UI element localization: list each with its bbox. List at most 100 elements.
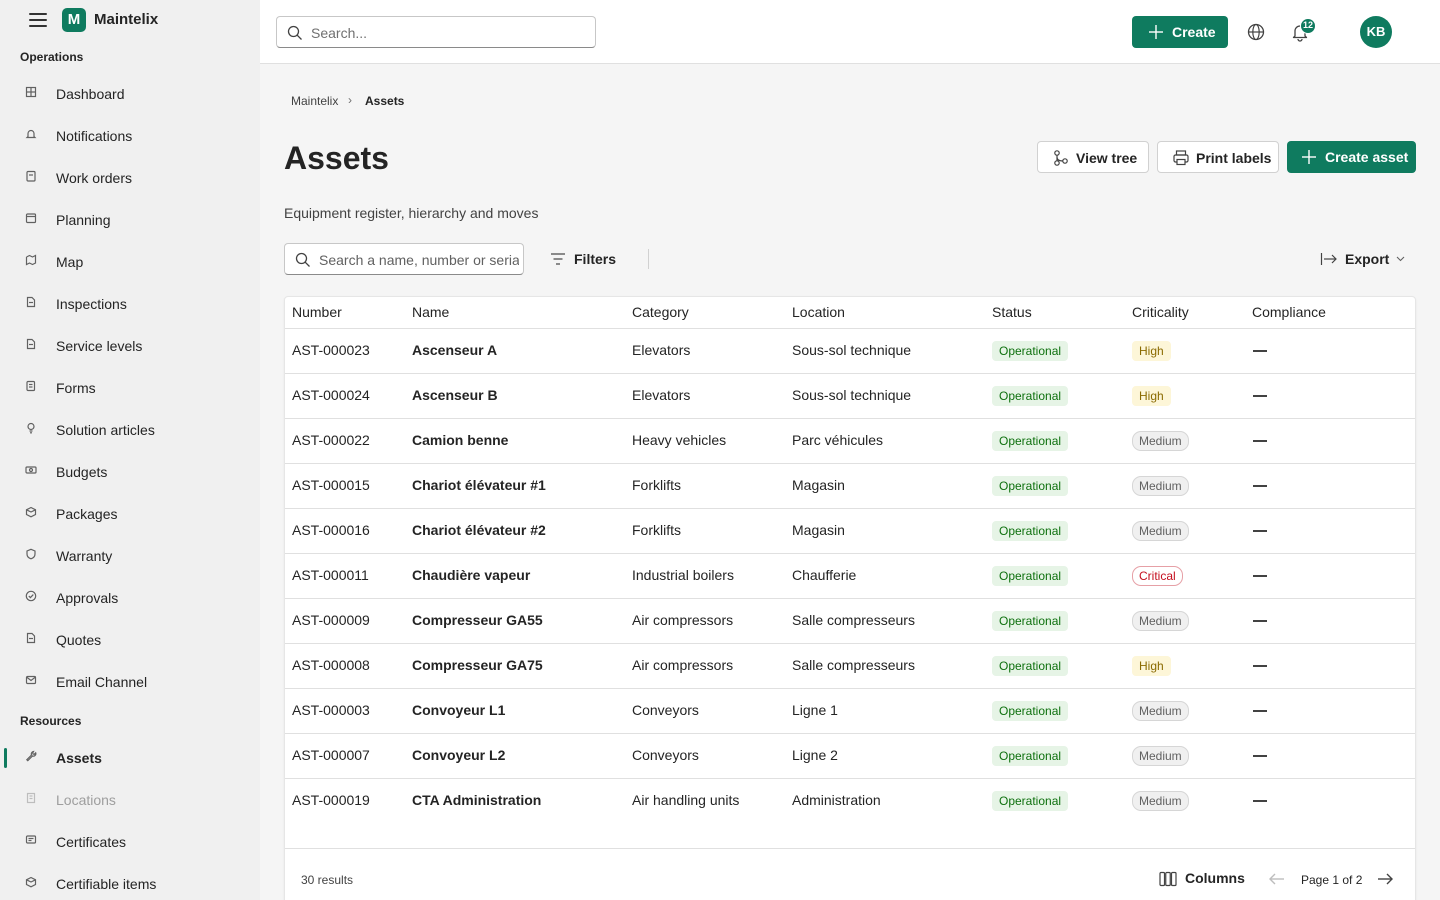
cell-name[interactable]: Compresseur GA55 (412, 612, 543, 628)
cell-location: Sous-sol technique (792, 387, 912, 403)
print-labels-button[interactable]: Print labels (1157, 141, 1279, 173)
criticality-badge: High (1132, 341, 1171, 361)
cell-location: Parc véhicules (792, 432, 884, 448)
table-header: Number Name Category Location Status Cri… (285, 297, 1415, 329)
table-row[interactable]: AST-000009 Compresseur GA55 Air compressor… (285, 598, 1415, 643)
column-header-name[interactable]: Name (412, 304, 449, 320)
column-header-status[interactable]: Status (992, 304, 1032, 320)
globe-icon[interactable] (1246, 22, 1266, 42)
table-row[interactable]: AST-000022 Camion benne Heavy vehicles Parc… (285, 418, 1415, 463)
asset-search-input[interactable] (319, 250, 519, 270)
sidebar-item-map[interactable]: Map (0, 242, 260, 282)
sidebar-item-label: Email Channel (56, 674, 148, 690)
table-row[interactable]: AST-000016 Chariot élévateur #2 Forklifts M… (285, 508, 1415, 553)
table-row[interactable]: AST-000019 CTA Administration Air handling… (285, 778, 1415, 823)
status-badge: Operational (992, 746, 1069, 766)
table-row[interactable]: AST-000007 Convoyeur L2 Conveyors Ligne 2 Op… (285, 733, 1415, 778)
column-header-number[interactable]: Number (292, 304, 342, 320)
criticality-badge: Medium (1132, 746, 1189, 766)
column-header-location[interactable]: Location (792, 304, 845, 320)
document-icon (24, 632, 38, 646)
table-row[interactable]: AST-000015 Chariot élévateur #1 Forklifts M… (285, 463, 1415, 508)
cell-location: Ligne 2 (792, 747, 838, 763)
sidebar-item-packages[interactable]: Packages (0, 494, 260, 534)
form-icon (24, 380, 38, 394)
column-header-compliance[interactable]: Compliance (1252, 304, 1326, 320)
cell-location: Salle compresseurs (792, 657, 915, 673)
cell-number: AST-000011 (292, 567, 369, 583)
cell-name[interactable]: Camion benne (412, 432, 508, 448)
column-header-category[interactable]: Category (632, 304, 689, 320)
dashboard-icon (24, 86, 38, 100)
table-row[interactable]: AST-000023 Ascenseur A Elevators Sous-sol t… (285, 328, 1415, 373)
sidebar-item-inspections[interactable]: Inspections (0, 284, 260, 324)
cell-number: AST-000016 (292, 522, 370, 538)
create-button[interactable]: Create (1132, 16, 1228, 48)
export-button[interactable]: Export (1316, 243, 1406, 275)
sidebar-item-solution-articles[interactable]: Solution articles (0, 410, 260, 450)
sidebar-item-assets[interactable]: Assets (0, 738, 260, 778)
cell-name[interactable]: Chariot élévateur #1 (412, 477, 546, 493)
cell-name[interactable]: Convoyeur L1 (412, 702, 505, 718)
arrow-right-icon[interactable] (1375, 869, 1395, 889)
search-icon (287, 25, 302, 40)
sidebar-item-forms[interactable]: Forms (0, 368, 260, 408)
sidebar-item-certifiable-items[interactable]: Certifiable items (0, 864, 260, 900)
global-search[interactable] (276, 16, 596, 48)
asset-search[interactable] (284, 243, 524, 275)
sidebar-item-email-channel[interactable]: Email Channel (0, 662, 260, 702)
document-icon (24, 296, 38, 310)
breadcrumb-current: Assets (365, 94, 405, 108)
global-search-input[interactable] (311, 23, 581, 43)
sidebar-item-service-levels[interactable]: Service levels (0, 326, 260, 366)
cell-name[interactable]: CTA Administration (412, 792, 541, 808)
sidebar-item-certificates[interactable]: Certificates (0, 822, 260, 862)
clipboard-icon (24, 170, 38, 184)
cell-location: Administration (792, 792, 881, 808)
sidebar-item-approvals[interactable]: Approvals (0, 578, 260, 618)
arrow-left-icon[interactable] (1267, 869, 1287, 889)
table-row[interactable]: AST-000011 Chaudière vapeur Industrial boi… (285, 553, 1415, 598)
compliance-empty-dash (1253, 440, 1267, 442)
cell-number: AST-000015 (292, 477, 370, 493)
table-row[interactable]: AST-000003 Convoyeur L1 Conveyors Ligne 1 Op… (285, 688, 1415, 733)
cell-number: AST-000019 (292, 792, 370, 808)
status-badge: Operational (992, 431, 1069, 451)
breadcrumb-root[interactable]: Maintelix (291, 94, 338, 108)
status-badge: Operational (992, 476, 1069, 496)
sidebar-item-warranty[interactable]: Warranty (0, 536, 260, 576)
filters-button[interactable]: Filters (546, 243, 626, 275)
sidebar-item-quotes[interactable]: Quotes (0, 620, 260, 660)
print-labels-label: Print labels (1196, 150, 1272, 166)
create-asset-button[interactable]: Create asset (1287, 141, 1416, 173)
cell-name[interactable]: Convoyeur L2 (412, 747, 505, 763)
view-tree-button[interactable]: View tree (1037, 141, 1149, 173)
cell-category: Air compressors (632, 657, 734, 673)
sidebar-item-budgets[interactable]: Budgets (0, 452, 260, 492)
table-row[interactable]: AST-000008 Compresseur GA75 Air compressor… (285, 643, 1415, 688)
criticality-badge: Medium (1132, 791, 1189, 811)
cell-location: Magasin (792, 477, 845, 493)
sidebar-item-dashboard[interactable]: Dashboard (0, 74, 260, 114)
table-row[interactable]: AST-000024 Ascenseur B Elevators Sous-sol t… (285, 373, 1415, 418)
cell-location: Ligne 1 (792, 702, 838, 718)
cell-name[interactable]: Compresseur GA75 (412, 657, 543, 673)
sidebar-item-notifications[interactable]: Notifications (0, 116, 260, 156)
sidebar-item-work-orders[interactable]: Work orders (0, 158, 260, 198)
cell-name[interactable]: Ascenseur A (412, 342, 497, 358)
sidebar-item-locations[interactable]: Locations (0, 780, 260, 820)
column-header-criticality[interactable]: Criticality (1132, 304, 1189, 320)
filter-icon (551, 253, 565, 265)
cell-name[interactable]: Chaudière vapeur (412, 567, 530, 583)
brand-header: M Maintelix (0, 0, 260, 40)
hamburger-menu-icon[interactable] (29, 13, 47, 27)
printer-icon (1173, 150, 1189, 166)
create-asset-label: Create asset (1325, 149, 1409, 165)
columns-button[interactable]: Columns (1157, 867, 1247, 891)
cell-name[interactable]: Ascenseur B (412, 387, 498, 403)
user-avatar[interactable]: KB (1360, 16, 1392, 48)
cell-number: AST-000003 (292, 702, 370, 718)
cell-name[interactable]: Chariot élévateur #2 (412, 522, 546, 538)
sidebar-item-planning[interactable]: Planning (0, 200, 260, 240)
sidebar-item-label: Certifiable items (56, 876, 157, 892)
